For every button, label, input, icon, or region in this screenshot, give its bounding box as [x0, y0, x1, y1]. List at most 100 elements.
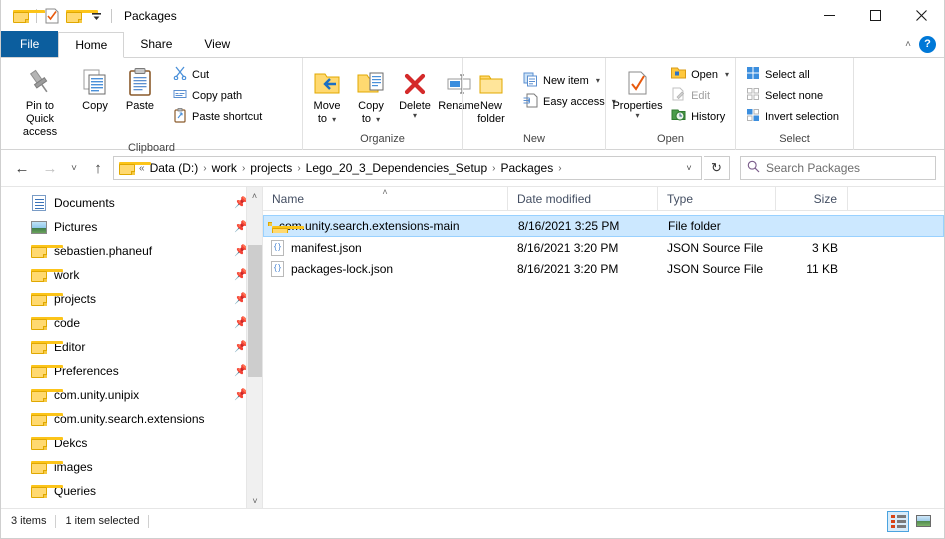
- breadcrumb-separator[interactable]: ›: [557, 163, 562, 174]
- move-to-button[interactable]: Move to ▾: [305, 63, 349, 128]
- invert-selection-button[interactable]: Invert selection: [742, 106, 845, 127]
- column-header-spacer: [848, 187, 944, 210]
- new-folder-button[interactable]: New folder: [469, 63, 513, 128]
- chevron-down-icon: ▾: [595, 76, 600, 85]
- sidebar-item-preferences[interactable]: Preferences 📌: [1, 359, 262, 383]
- sidebar-item-editor[interactable]: Editor 📌: [1, 335, 262, 359]
- breadcrumb-item-work[interactable]: work: [208, 161, 241, 175]
- column-header-date-modified[interactable]: Date modified: [508, 187, 658, 210]
- minimize-button[interactable]: [806, 0, 852, 30]
- file-list: com.unity.search.extensions-main 8/16/20…: [263, 211, 944, 279]
- view-mode-buttons: [887, 510, 940, 532]
- sidebar-item-images[interactable]: images: [1, 455, 262, 479]
- up-button[interactable]: ↑: [85, 155, 111, 181]
- sidebar-item-com-unity-unipix[interactable]: com.unity.unipix 📌: [1, 383, 262, 407]
- forward-button[interactable]: →: [37, 155, 63, 181]
- sidebar-item-documents[interactable]: Documents 📌: [1, 191, 262, 215]
- ribbon-group-organize: Move to ▾ Copy to ▾ Delete ▾ Rename Orga…: [302, 58, 480, 150]
- breadcrumb-item-packages[interactable]: Packages: [497, 161, 558, 175]
- navigation-pane-scrollbar[interactable]: ˄ ˅: [246, 187, 262, 508]
- new-folder-icon[interactable]: [63, 5, 98, 27]
- breadcrumb-item-data[interactable]: Data (D:): [146, 161, 203, 175]
- scroll-up-icon[interactable]: ˄: [247, 187, 262, 204]
- search-box[interactable]: Search Packages: [740, 156, 936, 180]
- sidebar-item-code[interactable]: code 📌: [1, 311, 262, 335]
- folder-icon[interactable]: [10, 5, 45, 27]
- column-header-type[interactable]: Type: [658, 187, 776, 210]
- scroll-down-icon[interactable]: ˅: [247, 492, 262, 508]
- paste-button[interactable]: Paste: [117, 63, 163, 115]
- close-button[interactable]: [898, 0, 944, 30]
- sidebar-item-label: com.unity.unipix: [54, 388, 140, 402]
- table-row[interactable]: {} manifest.json 8/16/2021 3:20 PM JSON …: [263, 237, 944, 258]
- file-type-cell: File folder: [668, 219, 721, 233]
- scissors-icon: [173, 66, 187, 83]
- folder-icon: [31, 411, 63, 427]
- navigation-tree: Documents 📌 Pictures 📌 sebastien.phaneuf: [1, 187, 262, 503]
- pin-to-quick-access-button[interactable]: Pin to Quick access: [7, 63, 73, 141]
- sidebar-item-sebastien-phaneuf[interactable]: sebastien.phaneuf 📌: [1, 239, 262, 263]
- search-input[interactable]: Search Packages: [766, 161, 860, 175]
- ribbon-group-spacer: [853, 58, 944, 150]
- details-view-button[interactable]: [887, 510, 909, 532]
- large-icons-view-button[interactable]: [912, 511, 934, 532]
- breadcrumb-item-lego[interactable]: Lego_20_3_Dependencies_Setup: [302, 161, 492, 175]
- tab-view[interactable]: View: [188, 31, 246, 57]
- sidebar-item-dekcs[interactable]: Dekcs: [1, 431, 262, 455]
- sidebar-item-com-unity-search-extensions[interactable]: com.unity.search.extensions: [1, 407, 262, 431]
- table-row[interactable]: {} packages-lock.json 8/16/2021 3:20 PM …: [263, 258, 944, 279]
- group-label-open: Open: [657, 133, 684, 145]
- history-button[interactable]: History: [667, 106, 735, 127]
- copy-icon: [80, 65, 110, 97]
- cut-button[interactable]: Cut: [169, 64, 268, 85]
- help-icon[interactable]: ?: [919, 35, 936, 53]
- file-name: com.unity.search.extensions-main: [279, 219, 460, 233]
- properties-caret-icon[interactable]: ▾: [636, 112, 640, 120]
- easy-access-icon: [523, 93, 538, 111]
- pin-icon: [26, 65, 54, 97]
- select-all-button[interactable]: Select all: [742, 64, 845, 85]
- copy-button[interactable]: Copy: [73, 63, 117, 115]
- sort-ascending-icon: ˄: [382, 187, 388, 197]
- tab-file[interactable]: File: [1, 31, 59, 57]
- address-dropdown-icon[interactable]: ˅: [679, 157, 699, 179]
- sidebar-item-label: Pictures: [54, 220, 98, 234]
- column-header-name[interactable]: ˄ Name: [263, 187, 508, 210]
- sidebar-item-pictures[interactable]: Pictures 📌: [1, 215, 262, 239]
- open-button[interactable]: Open ▾: [667, 64, 735, 85]
- tab-home[interactable]: Home: [58, 32, 125, 58]
- customize-qat-icon[interactable]: [85, 5, 107, 27]
- edit-icon: [671, 87, 686, 104]
- tab-share[interactable]: Share: [124, 31, 188, 57]
- refresh-button[interactable]: ↻: [704, 156, 730, 180]
- button-label: Edit: [691, 89, 711, 102]
- select-none-button[interactable]: Select none: [742, 85, 845, 106]
- properties-button[interactable]: Properties ▾: [610, 63, 665, 121]
- scrollbar-thumb[interactable]: [248, 245, 262, 377]
- breadcrumb-item-projects[interactable]: projects: [246, 161, 296, 175]
- sidebar-item-projects[interactable]: projects 📌: [1, 287, 262, 311]
- address-bar[interactable]: « Data (D:) › work › projects › Lego_20_…: [113, 156, 702, 180]
- button-label: Copy path: [192, 89, 243, 102]
- group-label-new: New: [522, 133, 545, 145]
- sidebar-item-work[interactable]: work 📌: [1, 263, 262, 287]
- delete-button[interactable]: Delete ▾: [393, 63, 437, 121]
- sidebar-item-queries[interactable]: Queries: [1, 479, 262, 503]
- table-row[interactable]: com.unity.search.extensions-main 8/16/20…: [263, 215, 944, 237]
- copy-path-button[interactable]: Copy path: [169, 85, 268, 106]
- paste-shortcut-button[interactable]: Paste shortcut: [169, 106, 268, 127]
- window-controls: [806, 0, 944, 30]
- edit-button[interactable]: Edit: [667, 85, 735, 106]
- open-icon: [671, 66, 687, 83]
- collapse-ribbon-icon[interactable]: ˄: [905, 39, 911, 50]
- button-label: Pin to Quick: [25, 100, 55, 125]
- maximize-button[interactable]: [852, 0, 898, 30]
- delete-caret-icon[interactable]: ▾: [413, 112, 417, 120]
- folder-icon: [31, 315, 63, 331]
- back-button[interactable]: ←: [9, 155, 35, 181]
- column-header-size[interactable]: Size: [776, 187, 848, 210]
- button-label-2: access: [22, 126, 58, 138]
- recent-locations-button[interactable]: ˅: [65, 155, 83, 181]
- properties-icon[interactable]: [41, 5, 63, 27]
- copy-to-button[interactable]: Copy to ▾: [349, 63, 393, 128]
